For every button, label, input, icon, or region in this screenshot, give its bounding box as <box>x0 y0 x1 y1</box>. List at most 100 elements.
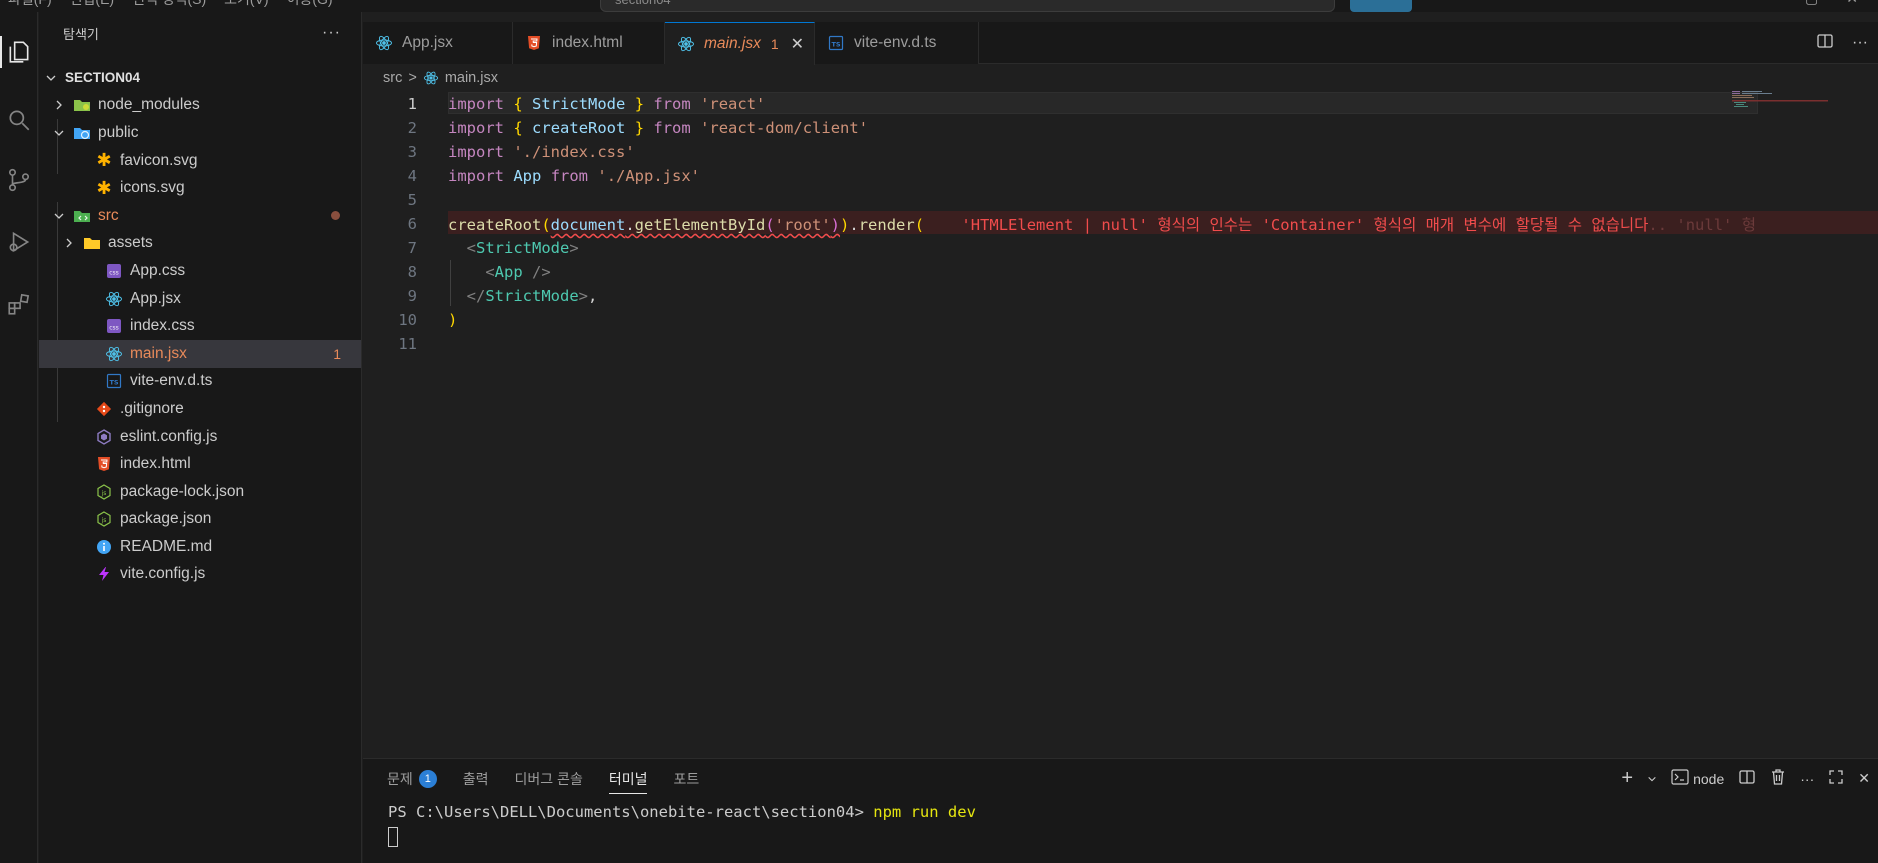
code-line: 11 <box>363 332 1763 356</box>
tree-item-section04[interactable]: SECTION04 <box>39 64 361 92</box>
tree-item-vite-env-d-ts[interactable]: TS vite-env.d.ts <box>39 368 361 396</box>
tree-item-label: package.json <box>120 510 212 528</box>
menu-edit[interactable]: 편집(E) <box>70 0 114 9</box>
svg-text:js: js <box>101 517 107 524</box>
tree-item-label: assets <box>108 234 153 252</box>
svg-text:css: css <box>109 325 119 332</box>
tree-item-readme[interactable]: README.md <box>39 533 361 561</box>
tree-item-index-css[interactable]: css index.css <box>39 312 361 340</box>
breadcrumb-folder[interactable]: src <box>383 70 402 86</box>
problems-count-badge: 1 <box>418 770 437 788</box>
tree-item-icons-svg[interactable]: ✱ icons.svg <box>39 174 361 202</box>
title-bar: 파일(F) 편집(E) 선택 영역(S) 보기(V) 이동(G) section… <box>0 0 1878 12</box>
command-center[interactable]: section04 <box>600 0 1335 12</box>
tab-label: vite-env.d.ts <box>854 34 937 51</box>
tree-item-package-json[interactable]: js package.json <box>39 506 361 534</box>
new-terminal-icon[interactable]: + <box>1621 767 1633 790</box>
tab-ports[interactable]: 포트 <box>673 767 699 791</box>
menu-view[interactable]: 보기(V) <box>224 0 268 9</box>
source-control-icon[interactable] <box>0 158 38 202</box>
tree-item-main-jsx[interactable]: main.jsx 1 <box>39 339 361 368</box>
code-editor[interactable]: 1 import { StrictMode } from 'react' 2 i… <box>363 90 1878 758</box>
terminal-icon[interactable] <box>1671 769 1689 788</box>
ts-file-icon: TS <box>105 372 123 390</box>
tab-debug-console[interactable]: 디버그 콘솔 <box>515 767 583 791</box>
menu-go[interactable]: 이동(G) <box>287 0 333 9</box>
line-number: 10 <box>398 310 417 329</box>
line-number: 4 <box>407 166 417 185</box>
vite-icon <box>95 565 113 583</box>
trash-icon[interactable] <box>1770 768 1786 789</box>
css-file-icon: css <box>105 317 123 335</box>
explorer-icon[interactable] <box>0 30 38 74</box>
extensions-icon[interactable] <box>0 282 38 326</box>
tab-index-html[interactable]: index.html <box>513 22 665 64</box>
tab-label: main.jsx <box>704 35 761 52</box>
line-number: 1 <box>407 94 417 113</box>
minimize-icon[interactable]: — <box>1763 0 1777 7</box>
svg-file-icon: ✱ <box>96 150 112 171</box>
account-badge[interactable] <box>1350 0 1412 12</box>
line-number: 8 <box>407 262 417 281</box>
tab-output[interactable]: 출력 <box>463 767 489 791</box>
indent-guide <box>450 260 451 306</box>
tree-item-gitignore[interactable]: .gitignore <box>39 395 361 423</box>
tree-item-src[interactable]: src <box>39 202 361 230</box>
tab-main-jsx[interactable]: main.jsx 1 ✕ <box>665 22 815 65</box>
tree-item-index-html[interactable]: index.html <box>39 450 361 478</box>
terminal-name[interactable]: node <box>1693 771 1724 787</box>
maximize-icon[interactable]: ▢ <box>1805 0 1818 7</box>
minimap[interactable] <box>1728 90 1828 130</box>
tree-item-label: vite.config.js <box>120 565 206 583</box>
eslint-icon <box>95 428 113 446</box>
tab-problem-count: 1 <box>770 36 779 52</box>
explorer-title: 탐색기 <box>63 26 99 42</box>
maximize-panel-icon[interactable] <box>1828 769 1844 788</box>
code-line: 3 import './index.css' <box>363 140 1763 164</box>
tab-vite-env-d-ts[interactable]: TS vite-env.d.ts <box>815 22 979 64</box>
explorer-more-button[interactable]: ··· <box>322 24 341 42</box>
tree-item-label: main.jsx <box>130 344 187 362</box>
breadcrumb-file[interactable]: main.jsx <box>445 70 498 86</box>
close-panel-icon[interactable]: ✕ <box>1858 770 1870 787</box>
code-text: <StrictMode> <box>466 238 579 257</box>
breadcrumb-separator: > <box>408 70 417 86</box>
tree-item-assets[interactable]: assets <box>39 230 361 258</box>
tree-item-app-jsx[interactable]: App.jsx <box>39 285 361 313</box>
tree-item-app-css[interactable]: css App.css <box>39 257 361 285</box>
split-editor-icon[interactable] <box>1816 32 1834 55</box>
tab-terminal[interactable]: 터미널 <box>608 767 647 794</box>
more-actions-icon[interactable]: ··· <box>1852 34 1868 52</box>
html-icon <box>95 455 113 473</box>
close-icon[interactable]: ✕ <box>791 34 804 54</box>
tree-item-label: index.css <box>130 317 195 335</box>
tree-item-vite-config[interactable]: vite.config.js <box>39 561 361 589</box>
menu-file[interactable]: 파일(F) <box>8 0 52 9</box>
svg-text:TS: TS <box>831 41 840 49</box>
terminal-output[interactable]: PS C:\Users\DELL\Documents\onebite-react… <box>388 803 976 821</box>
tree-item-eslint-config[interactable]: eslint.config.js <box>39 423 361 451</box>
tree-item-node-modules[interactable]: node_modules <box>39 92 361 120</box>
more-actions-icon[interactable]: ··· <box>1800 771 1814 787</box>
tree-item-public[interactable]: public <box>39 119 361 147</box>
public-folder-icon <box>73 124 91 142</box>
tab-app-jsx[interactable]: App.jsx <box>363 22 513 64</box>
search-icon[interactable] <box>0 98 38 142</box>
close-window-icon[interactable]: ✕ <box>1846 0 1858 7</box>
tree-item-favicon-svg[interactable]: ✱ favicon.svg <box>39 147 361 175</box>
code-line: 6 createRoot(document.getElementById('ro… <box>363 212 1878 236</box>
line-number: 7 <box>407 238 417 257</box>
run-debug-icon[interactable] <box>0 220 38 264</box>
activity-bar <box>0 12 38 863</box>
panel-tab-label: 문제 <box>387 771 413 787</box>
editor-actions: ··· <box>1816 22 1868 64</box>
chevron-down-icon[interactable] <box>1647 771 1657 787</box>
git-icon <box>95 400 113 418</box>
tab-problems[interactable]: 문제 1 <box>387 767 437 791</box>
tree-item-label: icons.svg <box>120 179 185 197</box>
tree-item-package-lock-json[interactable]: js package-lock.json <box>39 478 361 506</box>
node-json-icon: js <box>95 483 113 501</box>
menu-selection[interactable]: 선택 영역(S) <box>132 0 206 9</box>
split-terminal-icon[interactable] <box>1738 768 1756 789</box>
tree-item-label: src <box>98 206 119 224</box>
